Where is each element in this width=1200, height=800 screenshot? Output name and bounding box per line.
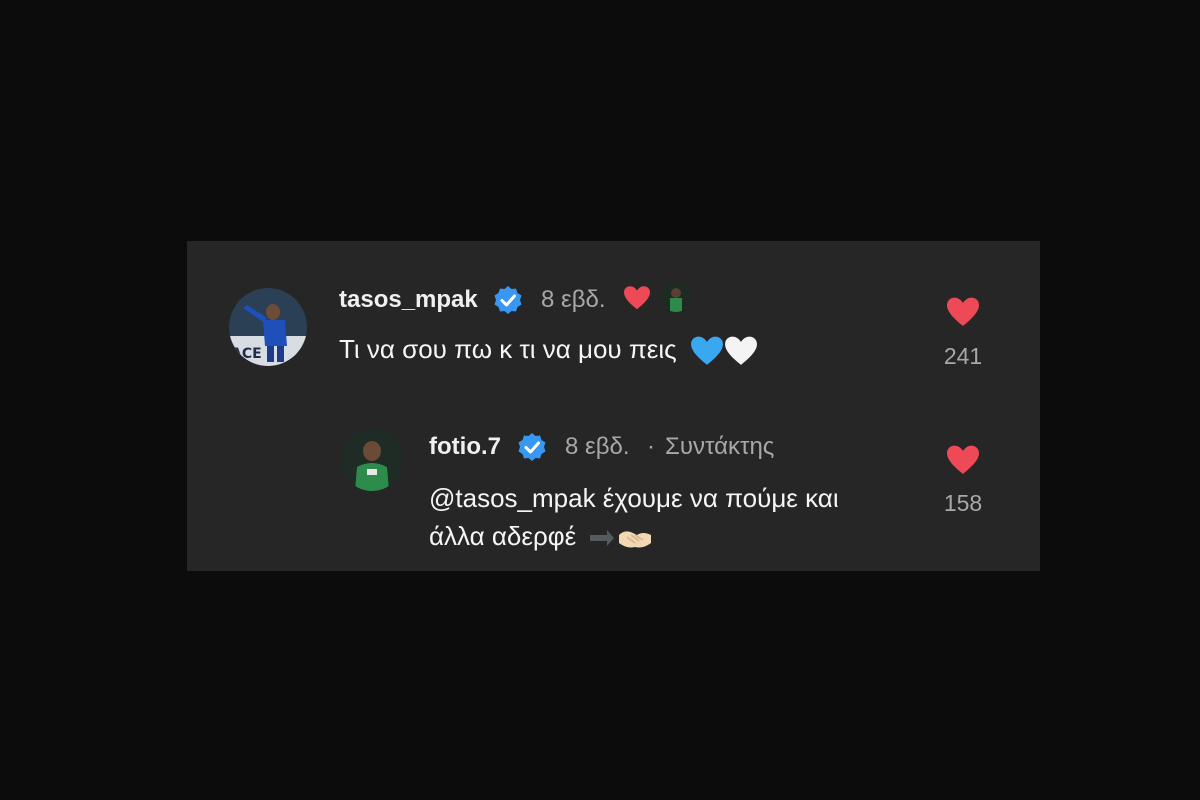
like-heart-icon[interactable] [945,444,981,476]
author-avatar-icon [670,288,682,312]
comment-text-line-2-wrap: άλλα αδερφέ [429,517,839,555]
handshake-icon [619,531,652,548]
comment-time[interactable]: 8 εβδ. [565,433,630,461]
author-mini-avatar [661,282,691,312]
avatar[interactable] [341,429,403,491]
comment-username[interactable]: fotio.7 [429,433,501,461]
comment-text-content: Τι να σου πω κ τι να μου πεις [339,334,677,364]
meta-separator: · [647,433,655,460]
author-label: Συντάκτης [665,433,775,460]
avatar-image-icon: ACE [229,288,307,366]
like-count: 241 [943,343,983,369]
avatar[interactable]: ACE [229,288,307,366]
comment-text: Τι να σου πω κ τι να μου πεις [339,330,758,368]
white-heart-icon [724,336,757,365]
blue-heart-icon [690,336,723,365]
comments-panel: ACE tasos_mpak 8 εβδ. Τι να σου πω κ τι … [187,241,1040,571]
svg-text:ACE: ACE [231,346,262,362]
avatar-image-icon [341,429,403,491]
verified-badge-icon [494,286,522,314]
comment-username[interactable]: tasos_mpak [339,286,478,314]
like-heart-icon[interactable] [945,296,981,328]
liked-by-author-heart-icon [624,286,650,310]
comment-text-line-1: @tasos_mpak έχουμε να πούμε και [429,483,839,513]
comment-time[interactable]: 8 εβδ. [541,286,606,314]
arrow-icon [590,530,615,547]
like-count: 158 [943,490,983,516]
comment-text: @tasos_mpak έχουμε να πούμε και άλλα αδε… [429,479,839,555]
verified-badge-icon [518,433,546,461]
comment-text-line-2: άλλα αδερφέ [429,521,577,551]
